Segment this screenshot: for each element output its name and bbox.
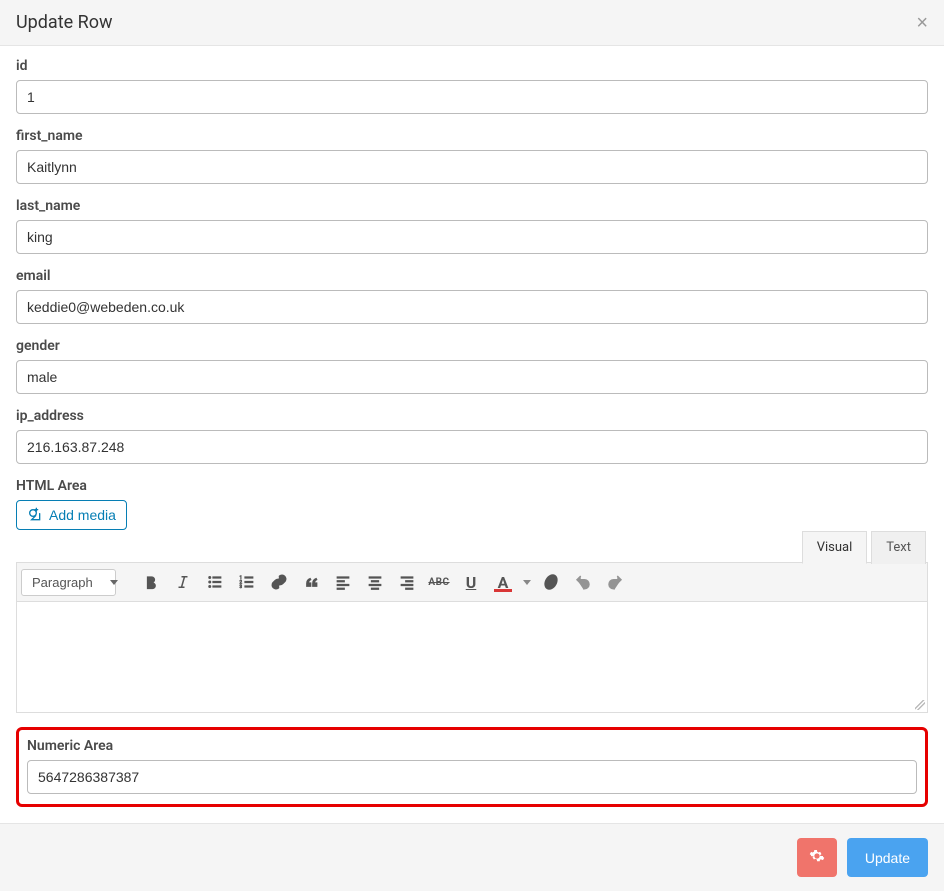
field-gender: gender <box>16 338 928 394</box>
field-last-name: last_name <box>16 198 928 254</box>
label-last-name: last_name <box>16 198 928 214</box>
field-html-area: HTML Area Add media Visual Text <box>16 478 928 713</box>
add-media-label: Add media <box>49 507 116 523</box>
align-right-button[interactable] <box>392 567 422 597</box>
media-icon <box>27 507 43 523</box>
numeric-area-highlight: Numeric Area <box>16 727 928 807</box>
modal-body: id first_name last_name email gender ip_… <box>0 46 944 823</box>
field-first-name: first_name <box>16 128 928 184</box>
label-id: id <box>16 58 928 74</box>
text-color-dropdown[interactable] <box>520 567 534 597</box>
numbered-list-button[interactable]: 123 <box>232 567 262 597</box>
label-first-name: first_name <box>16 128 928 144</box>
gear-icon <box>809 848 825 867</box>
bullet-list-button[interactable] <box>200 567 230 597</box>
undo-button[interactable] <box>568 567 598 597</box>
input-id[interactable] <box>16 80 928 114</box>
editor-tabs: Visual Text <box>16 530 928 563</box>
input-last-name[interactable] <box>16 220 928 254</box>
label-ip-address: ip_address <box>16 408 928 424</box>
bold-button[interactable] <box>136 567 166 597</box>
input-first-name[interactable] <box>16 150 928 184</box>
modal-footer: Update <box>0 823 944 891</box>
clear-formatting-button[interactable] <box>536 567 566 597</box>
editor-content-area[interactable] <box>17 602 927 712</box>
label-email: email <box>16 268 928 284</box>
tab-text[interactable]: Text <box>871 531 926 564</box>
svg-text:3: 3 <box>240 584 243 590</box>
editor-toolbar: Paragraph 123 <box>17 563 927 602</box>
close-button[interactable]: × <box>916 13 928 33</box>
label-gender: gender <box>16 338 928 354</box>
align-left-button[interactable] <box>328 567 358 597</box>
input-gender[interactable] <box>16 360 928 394</box>
modal-header: Update Row × <box>0 0 944 46</box>
redo-button[interactable] <box>600 567 630 597</box>
add-media-button[interactable]: Add media <box>16 500 127 530</box>
close-icon: × <box>916 12 928 34</box>
settings-button[interactable] <box>797 838 837 877</box>
underline-button[interactable]: U <box>456 567 486 597</box>
link-button[interactable] <box>264 567 294 597</box>
align-center-button[interactable] <box>360 567 390 597</box>
input-numeric-area[interactable] <box>27 760 917 794</box>
field-ip-address: ip_address <box>16 408 928 464</box>
field-email: email <box>16 268 928 324</box>
text-color-button[interactable]: A <box>488 567 518 597</box>
strikethrough-button[interactable]: ABC <box>424 567 454 597</box>
blockquote-button[interactable] <box>296 567 326 597</box>
format-select[interactable]: Paragraph <box>21 569 116 596</box>
input-email[interactable] <box>16 290 928 324</box>
label-numeric-area: Numeric Area <box>27 738 917 754</box>
input-ip-address[interactable] <box>16 430 928 464</box>
editor-container: Paragraph 123 <box>16 562 928 713</box>
field-id: id <box>16 58 928 114</box>
update-button[interactable]: Update <box>847 838 928 877</box>
tab-visual[interactable]: Visual <box>802 531 868 564</box>
label-html-area: HTML Area <box>16 478 928 494</box>
modal-title: Update Row <box>16 12 113 33</box>
italic-button[interactable] <box>168 567 198 597</box>
